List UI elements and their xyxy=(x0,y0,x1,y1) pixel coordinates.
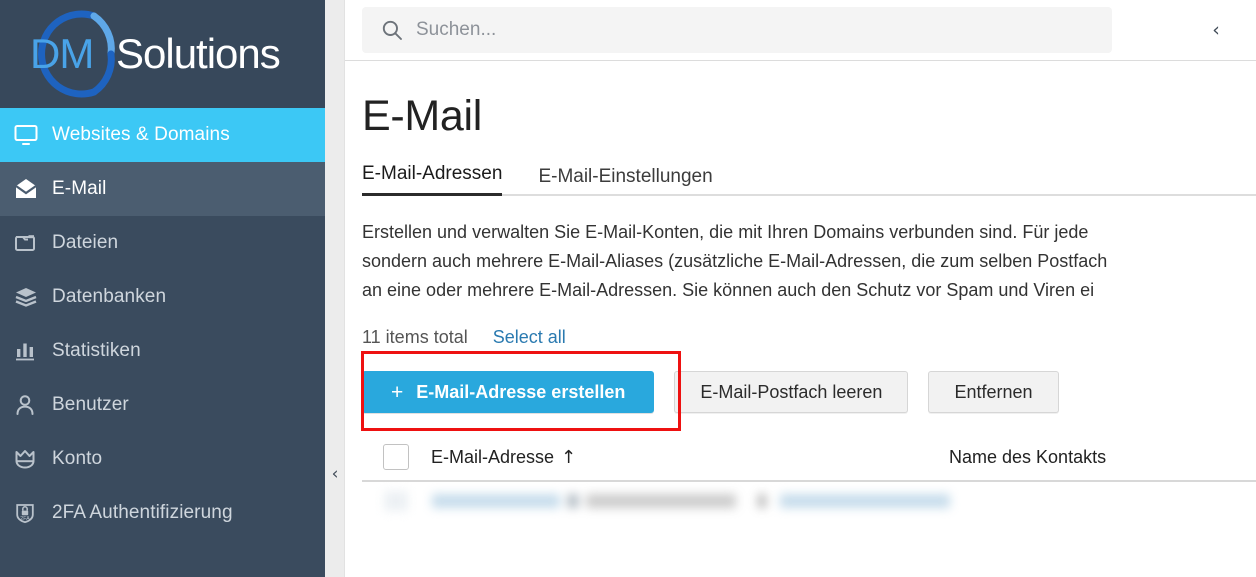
row-marker-redacted xyxy=(758,494,766,508)
table-row[interactable] xyxy=(362,482,1256,512)
row-contact-redacted xyxy=(780,494,950,508)
description-line-2: sondern auch mehrere E-Mail-Aliases (zus… xyxy=(362,251,1108,271)
column-header-email-address-label: E-Mail-Adresse xyxy=(431,446,555,467)
column-header-email-address[interactable]: E-Mail-Adresse ↑ xyxy=(431,447,949,468)
select-all-checkbox[interactable] xyxy=(383,444,409,470)
description-line-1: Erstellen und verwalten Sie E-Mail-Konte… xyxy=(362,222,1089,242)
brand-logo[interactable]: DM Solutions xyxy=(0,0,325,108)
list-meta: 11 items total Select all xyxy=(362,327,1256,348)
select-all-link[interactable]: Select all xyxy=(493,327,566,348)
sidebar-item-label: 2FA Authentifizierung xyxy=(52,502,233,523)
search-icon xyxy=(381,19,403,41)
search-input[interactable]: Suchen... xyxy=(362,7,1112,53)
tab-bar: E-Mail-Adressen E-Mail-Einstellungen xyxy=(362,163,1256,196)
sidebar-item-statistiken[interactable]: Statistiken xyxy=(0,324,325,378)
email-management-page: DM Solutions Websites & Domains E-Mail D… xyxy=(0,0,1256,577)
search-placeholder-text: Suchen... xyxy=(416,19,497,40)
sidebar-item-2fa-authentifizierung[interactable]: 2FA 2FA Authentifizierung xyxy=(0,486,325,540)
dm-solutions-logo-icon: DM Solutions xyxy=(30,10,281,98)
page-description: Erstellen und verwalten Sie E-Mail-Konte… xyxy=(362,218,1256,305)
sidebar-item-dateien[interactable]: Dateien xyxy=(0,216,325,270)
main-content: Suchen... ‹ E-Mail E-Mail-Adressen E-Mai… xyxy=(345,0,1256,577)
svg-text:2FA: 2FA xyxy=(20,516,30,522)
database-stack-icon xyxy=(14,286,48,308)
sidebar-collapse-strip: ‹ xyxy=(325,0,345,577)
sidebar: DM Solutions Websites & Domains E-Mail D… xyxy=(0,0,325,577)
sidebar-item-label: Konto xyxy=(52,448,103,469)
row-email-redacted xyxy=(432,494,560,508)
items-total-count: 11 items total xyxy=(362,327,468,347)
description-line-3: an eine oder mehrere E-Mail-Adressen. Si… xyxy=(362,280,1095,300)
content-area: E-Mail E-Mail-Adressen E-Mail-Einstellun… xyxy=(345,92,1256,512)
sidebar-item-label: Dateien xyxy=(52,232,119,253)
svg-text:Solutions: Solutions xyxy=(116,30,280,77)
plus-icon: + xyxy=(391,380,404,404)
table-header-row: E-Mail-Adresse ↑ Name des Kontakts xyxy=(362,434,1256,482)
sidebar-item-label: Statistiken xyxy=(52,340,141,361)
sidebar-item-email[interactable]: E-Mail xyxy=(0,162,325,216)
sidebar-item-label: Datenbanken xyxy=(52,286,167,307)
create-email-address-button[interactable]: + E-Mail-Adresse erstellen xyxy=(362,371,655,413)
sidebar-nav: Websites & Domains E-Mail Dateien Datenb… xyxy=(0,108,325,540)
shield-2fa-icon: 2FA xyxy=(14,502,48,524)
email-addresses-table: E-Mail-Adresse ↑ Name des Kontakts xyxy=(362,434,1256,512)
sidebar-item-label: E-Mail xyxy=(52,178,107,199)
tab-email-adressen[interactable]: E-Mail-Adressen xyxy=(362,163,503,196)
sidebar-item-label: Websites & Domains xyxy=(52,124,230,145)
tab-email-einstellungen[interactable]: E-Mail-Einstellungen xyxy=(538,166,712,196)
sidebar-item-konto[interactable]: Konto xyxy=(0,432,325,486)
bar-chart-icon xyxy=(14,340,48,362)
sidebar-collapse-chevron-left-icon[interactable]: ‹ xyxy=(325,462,345,486)
sidebar-item-websites-domains[interactable]: Websites & Domains xyxy=(0,108,325,162)
create-email-address-label: E-Mail-Adresse erstellen xyxy=(416,381,626,402)
remove-button[interactable]: Entfernen xyxy=(928,371,1059,413)
top-bar: Suchen... ‹ xyxy=(345,0,1256,61)
row-detail-redacted xyxy=(586,494,736,508)
row-icon-redacted xyxy=(568,494,578,508)
person-icon xyxy=(14,394,48,416)
topbar-collapse-chevron-left-icon[interactable]: ‹ xyxy=(1205,18,1227,42)
sidebar-item-label: Benutzer xyxy=(52,394,129,415)
sidebar-item-benutzer[interactable]: Benutzer xyxy=(0,378,325,432)
folder-icon xyxy=(14,232,48,254)
action-toolbar: + E-Mail-Adresse erstellen E-Mail-Postfa… xyxy=(361,351,1256,431)
svg-text:DM: DM xyxy=(30,30,93,77)
page-title: E-Mail xyxy=(362,92,483,140)
empty-mailbox-button[interactable]: E-Mail-Postfach leeren xyxy=(674,371,909,413)
crown-icon xyxy=(14,448,48,470)
envelope-icon xyxy=(14,178,48,200)
monitor-icon xyxy=(14,124,48,146)
row-checkbox[interactable] xyxy=(384,491,408,511)
sort-ascending-icon: ↑ xyxy=(561,446,577,468)
column-header-contact-name[interactable]: Name des Kontakts xyxy=(949,447,1106,468)
sidebar-item-datenbanken[interactable]: Datenbanken xyxy=(0,270,325,324)
